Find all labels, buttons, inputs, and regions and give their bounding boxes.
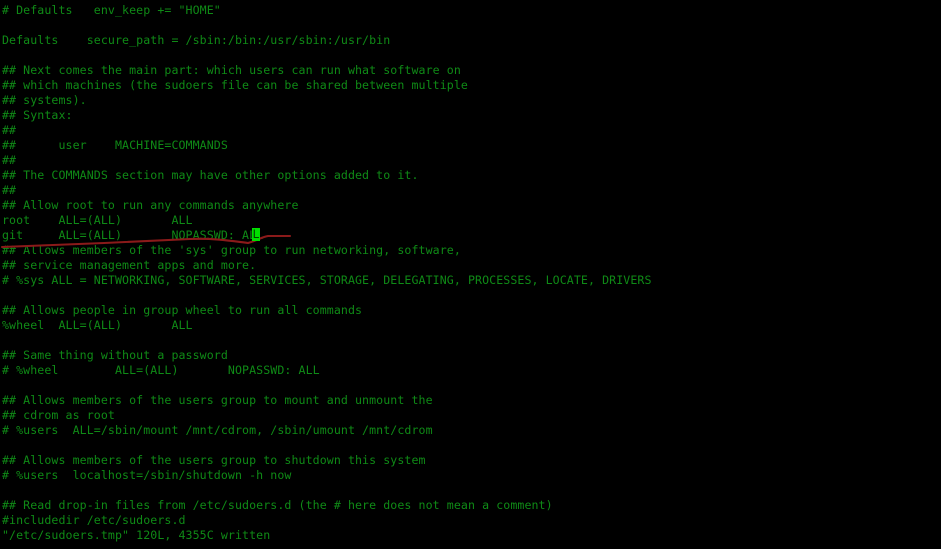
editor-line: git ALL=(ALL) NOPASSWD: ALL xyxy=(2,228,264,242)
editor-line: # %users localhost=/sbin/shutdown -h now xyxy=(2,468,292,482)
editor-line: # %users ALL=/sbin/mount /mnt/cdrom, /sb… xyxy=(2,423,433,437)
editor-line: # %wheel ALL=(ALL) NOPASSWD: ALL xyxy=(2,363,320,377)
editor-line: ## Allows people in group wheel to run a… xyxy=(2,303,363,317)
editor-line: ## service management apps and more. xyxy=(2,258,257,272)
editor-buffer[interactable]: # Defaults env_keep += "HOME" Defaults se… xyxy=(2,3,652,543)
editor-line: ## Allow root to run any commands anywhe… xyxy=(2,198,299,212)
editor-line: ## Allows members of the users group to … xyxy=(2,393,433,407)
editor-line: %wheel ALL=(ALL) ALL xyxy=(2,318,193,332)
editor-line: Defaults secure_path = /sbin:/bin:/usr/s… xyxy=(2,33,391,47)
editor-line: ## cdrom as root xyxy=(2,408,115,422)
editor-line: ## The COMMANDS section may have other o… xyxy=(2,168,419,182)
editor-line: ## user MACHINE=COMMANDS xyxy=(2,138,228,152)
editor-line: ## Same thing without a password xyxy=(2,348,228,362)
editor-line: #includedir /etc/sudoers.d xyxy=(2,513,186,527)
terminal-window[interactable]: # Defaults env_keep += "HOME" Defaults se… xyxy=(0,0,941,549)
editor-line: ## xyxy=(2,153,17,167)
editor-line: root ALL=(ALL) ALL xyxy=(2,213,193,227)
editor-line: ## Allows members of the users group to … xyxy=(2,453,426,467)
editor-line: ## Read drop-in files from /etc/sudoers.… xyxy=(2,498,553,512)
editor-line: ## systems). xyxy=(2,93,87,107)
editor-line: ## xyxy=(2,183,17,197)
editor-line: # Defaults env_keep += "HOME" xyxy=(2,3,221,17)
editor-line: ## which machines (the sudoers file can … xyxy=(2,78,468,92)
text-cursor: L xyxy=(252,228,260,241)
editor-line: ## xyxy=(2,123,17,137)
editor-line: ## Next comes the main part: which users… xyxy=(2,63,461,77)
editor-line: ## Allows members of the 'sys' group to … xyxy=(2,243,461,257)
editor-line: # %sys ALL = NETWORKING, SOFTWARE, SERVI… xyxy=(2,273,652,287)
editor-status-line: "/etc/sudoers.tmp" 120L, 4355C written xyxy=(2,528,271,542)
editor-line: ## Syntax: xyxy=(2,108,73,122)
